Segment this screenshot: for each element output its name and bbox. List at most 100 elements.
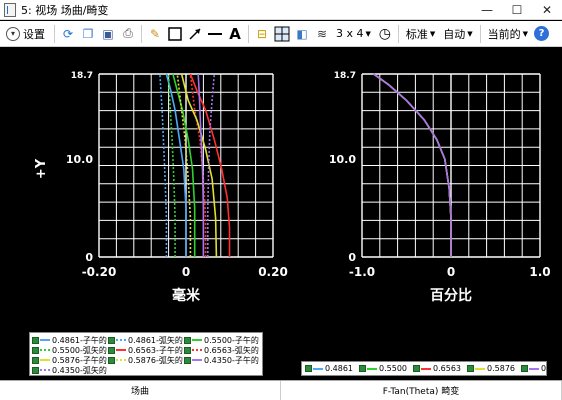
arrow-shape xyxy=(189,27,201,40)
charts-canvas: 18.710.00-0.20 0 0.20毫米+Y18.710.00-1.0 0 1.0… xyxy=(34,71,551,304)
legend-line-sample xyxy=(475,367,485,370)
legend-line-sample xyxy=(40,339,50,341)
settings-button[interactable]: ▾ 设置 xyxy=(6,26,45,42)
legend-line-sample xyxy=(116,349,126,351)
auto-value: 自动 xyxy=(443,27,466,41)
legend-swatch-icon xyxy=(184,336,191,344)
x-tick-label: 0 xyxy=(182,265,190,279)
tab-0[interactable]: 场曲 xyxy=(0,381,281,400)
y-tick-label: 0 xyxy=(348,251,356,264)
legend-label: 0.4861 xyxy=(325,364,353,373)
legend-entry: 0.4350-子午的 xyxy=(184,355,260,366)
pencil-icon[interactable]: ✎ xyxy=(147,26,163,42)
dropdown-arrow-icon: ▼ xyxy=(467,29,473,38)
auto-dropdown[interactable]: 自动 ▼ xyxy=(443,26,472,42)
legend-line-sample xyxy=(192,359,202,361)
legend-swatch-icon xyxy=(32,366,39,374)
legend-swatch-icon xyxy=(413,365,420,372)
legend-row: 0.5876-子午的 0.5876-弧矢的 0.4350-子午的 xyxy=(32,355,260,365)
window-icon-button[interactable]: ◧ xyxy=(294,26,310,42)
standard-value: 标准 xyxy=(405,27,428,41)
legend-swatch-icon xyxy=(184,356,191,364)
window-title: 5: 视场 场曲/畸变 xyxy=(21,3,109,17)
legend-line-sample xyxy=(116,339,126,341)
legend-line-sample xyxy=(529,367,539,370)
legend-line-sample xyxy=(421,367,431,370)
legend-label: 0.4350-子午的 xyxy=(204,355,259,365)
toolbar: ▾ 设置 ⟳ ❐ ▣ ⎙ ✎ A ⊟ ◧ ≋ 3 x 4 ▼ ◷ 标准 ▼ 自动… xyxy=(0,21,562,47)
minimize-button[interactable]: — xyxy=(472,0,502,20)
dropdown-arrow-icon: ▼ xyxy=(365,29,371,38)
rectangle-shape xyxy=(168,26,182,41)
current-dropdown[interactable]: 当前的 ▼ xyxy=(488,26,528,42)
legend-line-sample xyxy=(192,339,202,341)
close-button[interactable]: ✕ xyxy=(532,0,562,20)
legend-entry: 0.4861 xyxy=(305,364,353,373)
standard-dropdown[interactable]: 标准 ▼ xyxy=(406,26,435,42)
legend-swatch-icon xyxy=(32,336,39,344)
window-icon xyxy=(4,2,16,17)
legend-label: 0.5500 xyxy=(379,364,407,373)
legend-swatch-icon xyxy=(32,356,39,364)
legend-line-sample xyxy=(367,367,377,370)
legend-row: 0.5500-弧矢的 0.6563-子午的 0.6563-弧矢的 xyxy=(32,345,260,355)
clock-icon[interactable]: ◷ xyxy=(377,26,393,42)
rectangle-icon[interactable] xyxy=(167,26,183,42)
x-tick-label: 1.0 xyxy=(529,265,550,279)
help-icon[interactable]: ? xyxy=(534,26,550,41)
legend-swatch-icon xyxy=(184,346,191,354)
y-tick-label: 0 xyxy=(85,251,93,264)
copy-icon[interactable]: ❐ xyxy=(80,26,96,42)
toolbar-separator xyxy=(141,24,142,43)
legend-row: 0.4350-弧矢的 xyxy=(32,365,260,375)
tab-1[interactable]: F-Tan(Theta) 畸变 xyxy=(281,381,562,400)
arrow-icon[interactable] xyxy=(187,26,203,42)
save-icon[interactable]: ▣ xyxy=(100,26,116,42)
legend-line-sample xyxy=(192,349,202,351)
plot-area: 18.7 10.0 0 -0.20 0 0.20 毫米 +Y 18.7 10.0 0 -1.0 0 1.0… xyxy=(5,48,560,378)
legend-entry: 0.5876-弧矢的 xyxy=(108,355,184,366)
legend-label: 0.4350 xyxy=(541,364,562,373)
dropdown-arrow-icon: ▼ xyxy=(429,29,436,38)
legend-entry: 0.6563 xyxy=(413,364,461,373)
legend-line-sample xyxy=(40,349,50,351)
grid-layout-shape xyxy=(274,26,290,41)
text-icon[interactable]: A xyxy=(227,25,243,43)
maximize-button[interactable]: ☐ xyxy=(502,0,532,20)
legend-swatch-icon xyxy=(359,365,366,372)
print-icon[interactable]: ⎙ xyxy=(120,26,136,42)
legend-line-sample xyxy=(116,359,126,361)
legend-label: 0.5876 xyxy=(487,364,515,373)
dropdown-arrow-icon: ▼ xyxy=(522,29,529,38)
grid-layout-icon[interactable] xyxy=(274,26,290,42)
toolbar-separator xyxy=(397,24,399,43)
legend-swatch-icon xyxy=(108,346,115,354)
current-value: 当前的 xyxy=(487,27,521,41)
toolbar-separator xyxy=(479,24,481,43)
y-tick-label: 10.0 xyxy=(66,153,93,166)
field-curvature-legend: 0.4861-子午的 0.4861-弧矢的 0.5500-子午的 0.5500-弧矢的… xyxy=(29,332,263,376)
legend-swatch-icon xyxy=(32,346,39,354)
settings-label: 设置 xyxy=(23,27,45,41)
layers-icon[interactable]: ≋ xyxy=(314,26,330,42)
refresh-icon[interactable]: ⟳ xyxy=(60,26,76,42)
legend-entry: 0.4350 xyxy=(521,364,562,373)
x-axis-label: 百分比 xyxy=(430,287,472,304)
x-tick-label: -0.20 xyxy=(82,265,117,279)
x-tick-label: 0 xyxy=(447,265,455,279)
legend-line-sample xyxy=(40,369,50,371)
lock-icon[interactable]: ⊟ xyxy=(254,26,270,42)
line-icon[interactable] xyxy=(207,26,223,42)
title-bar: 5: 视场 场曲/畸变 — ☐ ✕ xyxy=(0,0,562,20)
legend-swatch-icon xyxy=(108,356,115,364)
line-shape xyxy=(208,32,222,35)
layout-dropdown[interactable]: 3 x 4 ▼ xyxy=(336,27,371,40)
x-tick-label: -1.0 xyxy=(349,265,375,279)
distortion-legend: 0.4861 0.5500 0.6563 0.5876 0.4350 xyxy=(301,361,562,376)
x-axis-label: 毫米 xyxy=(172,287,201,304)
legend-line-sample xyxy=(40,359,50,361)
window-controls: — ☐ ✕ xyxy=(472,0,562,20)
toolbar-separator xyxy=(54,24,55,43)
legend-entry: 0.5500 xyxy=(359,364,407,373)
legend-label: 0.4350-弧矢的 xyxy=(52,365,107,375)
